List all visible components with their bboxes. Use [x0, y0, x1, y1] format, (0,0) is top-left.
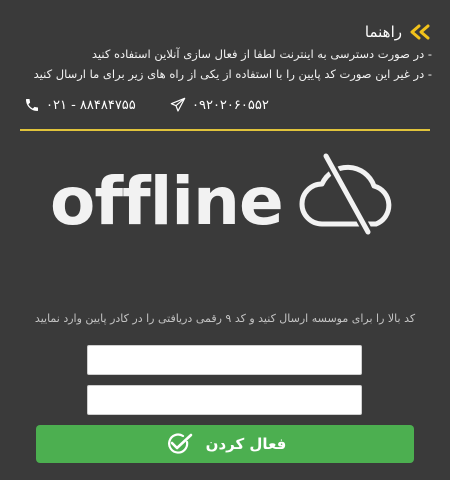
- guide-line-online: - در صورت دسترسی به اینترنت لطفا از فعال…: [91, 47, 432, 61]
- double-arrow-icon: [410, 24, 430, 40]
- telegram-contact[interactable]: ۰۹۲۰۲۰۶۰۵۵۲: [170, 97, 269, 113]
- contact-row: ۰۲۱ - ۸۸۴۸۴۷۵۵ ۰۹۲۰۲۰۶۰۵۵۲: [24, 97, 269, 117]
- activation-code-field[interactable]: [87, 385, 362, 415]
- activate-label: فعال کردن: [205, 435, 287, 453]
- offline-status: offline: [50, 163, 284, 240]
- phone-icon: [26, 99, 38, 111]
- divider: [20, 129, 430, 131]
- guide-section: راهنما - در صورت دسترسی به اینترنت لطفا …: [14, 20, 432, 84]
- form-instruction: کد بالا را برای موسسه ارسال کنید و کد ۹ …: [34, 312, 416, 325]
- request-code-field[interactable]: [87, 345, 362, 375]
- telegram-number: ۰۹۲۰۲۰۶۰۵۵۲: [192, 97, 269, 113]
- guide-line-offline: - در غیر این صورت کد پایین را با استفاده…: [33, 67, 432, 81]
- activate-button[interactable]: فعال کردن: [36, 425, 414, 463]
- telegram-icon: [170, 97, 186, 112]
- phone-contact[interactable]: ۰۲۱ - ۸۸۴۸۴۷۵۵: [24, 97, 136, 113]
- cloud-off-icon: [299, 152, 392, 237]
- guide-heading: راهنما: [14, 20, 432, 44]
- check-icon: [167, 433, 192, 454]
- phone-number: ۰۲۱ - ۸۸۴۸۴۷۵۵: [46, 97, 136, 113]
- guide-title: راهنما: [364, 23, 402, 41]
